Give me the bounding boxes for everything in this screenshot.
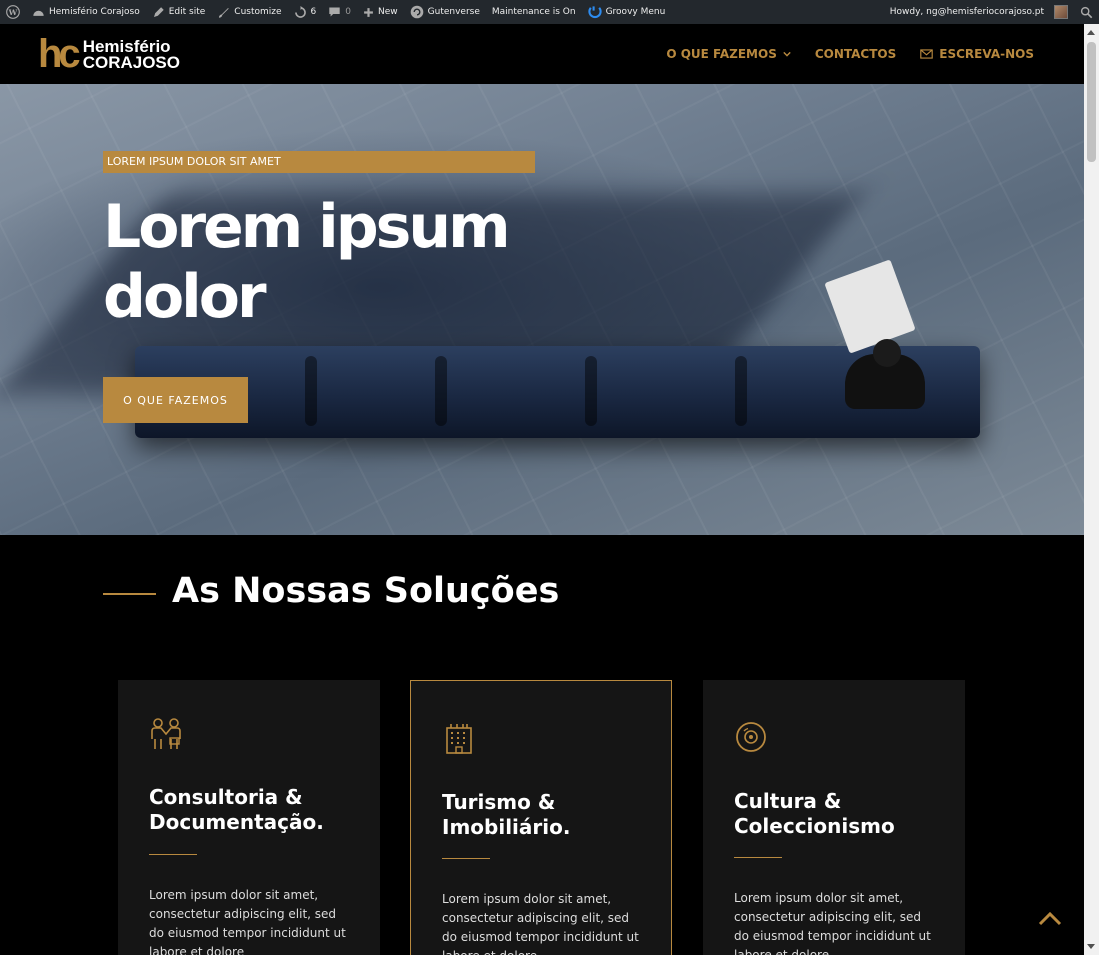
card-divider [149,854,197,855]
hero-badge: LOREM IPSUM DOLOR SIT AMET [103,151,535,173]
admin-customize-label: Customize [234,7,282,17]
chevron-up-icon[interactable] [1036,905,1064,933]
scroll-up-arrow-icon[interactable] [1087,30,1095,35]
admin-gutenverse-label: Gutenverse [427,7,480,17]
admin-search[interactable] [1074,0,1099,24]
section-title-line [103,593,156,595]
solution-card-turismo[interactable]: Turismo & Imobiliário. Lorem ipsum dolor… [410,680,672,955]
admin-account[interactable]: Howdy, ng@hemisferiocorajoso.pt [884,0,1074,24]
admin-updates[interactable]: 6 [288,0,323,24]
groovy-menu-icon [587,6,602,19]
admin-new[interactable]: New [357,0,404,24]
nav-item-o-que-fazemos[interactable]: O QUE FAZEMOS [666,47,791,61]
card-text: Lorem ipsum dolor sit amet, consectetur … [734,891,931,955]
dashboard-icon [33,10,44,16]
mail-icon [920,49,934,59]
nav-item-label: ESCREVA-NOS [939,47,1034,61]
solution-card-consultoria[interactable]: Consultoria & Documentação. Lorem ipsum … [118,680,380,955]
nav-item-escreva-nos[interactable]: ESCREVA-NOS [920,47,1034,61]
solution-card-cultura[interactable]: Cultura & Coleccionismo Lorem ipsum dolo… [703,680,965,955]
handshake-people-icon [151,718,181,749]
admin-comments-count: 0 [345,7,352,17]
vinyl-disc-icon [736,722,766,752]
card-text: Lorem ipsum dolor sit amet, consectetur … [149,888,346,955]
card-divider [734,857,782,858]
brush-icon [219,7,229,18]
card-title: Turismo & Imobiliário. [442,790,571,839]
admin-edit-site-label: Edit site [168,7,206,17]
admin-bar: W Hemisfério Corajoso Edit site Customiz… [0,0,1099,24]
site-header: hc Hemisfério CORAJOSO O QUE FAZEMOS CON… [0,24,1084,84]
card-text: Lorem ipsum dolor sit amet, consectetur … [442,892,639,955]
page-scrollbar[interactable] [1084,24,1099,955]
nav-item-contactos[interactable]: CONTACTOS [815,47,896,61]
card-title: Consultoria & Documentação. [149,785,324,834]
scroll-down-arrow-icon[interactable] [1087,944,1095,949]
gutenverse-icon [410,5,423,19]
admin-site-name-label: Hemisfério Corajoso [49,7,140,17]
building-icon [446,724,472,754]
hero-section: LOREM IPSUM DOLOR SIT AMET Lorem ipsum d… [0,84,1084,535]
admin-howdy-label: Howdy, ng@hemisferiocorajoso.pt [889,7,1044,17]
admin-site-name[interactable]: Hemisfério Corajoso [26,0,146,24]
admin-groovy-menu[interactable]: Groovy Menu [582,0,672,24]
plus-icon [364,7,373,17]
card-title: Cultura & Coleccionismo [734,789,895,838]
edit-icon [153,6,164,17]
nav-item-label: CONTACTOS [814,47,897,61]
comment-icon [329,7,340,17]
chevron-down-icon [783,51,791,57]
search-icon [1080,6,1093,18]
hero-title: Lorem ipsum dolor [103,192,511,332]
admin-groovy-menu-label: Groovy Menu [605,7,666,17]
logo-mark: hc [38,32,81,76]
admin-gutenverse[interactable]: Gutenverse [404,0,486,24]
admin-edit-site[interactable]: Edit site [146,0,212,24]
updates-icon [294,5,306,18]
admin-comments[interactable]: 0 [322,0,357,24]
admin-updates-count: 6 [310,7,317,17]
solutions-section: As Nossas Soluções Consultoria & Documen… [0,535,1084,955]
admin-new-label: New [378,7,398,17]
main-nav: O QUE FAZEMOS CONTACTOS ESCREVA-NOS [666,24,1034,84]
card-divider [442,858,490,859]
hero-cta-button[interactable]: O QUE FAZEMOS [103,377,248,423]
nav-item-label: O QUE FAZEMOS [666,47,777,61]
avatar [1054,5,1068,19]
section-title: As Nossas Soluções [172,571,560,611]
admin-maintenance-label: Maintenance is On [491,7,576,17]
admin-customize[interactable]: Customize [211,0,287,24]
wordpress-logo-icon[interactable]: W [0,0,26,24]
site-logo[interactable]: hc Hemisfério CORAJOSO [38,32,180,76]
scroll-thumb[interactable] [1087,42,1096,162]
logo-line-2: CORAJOSO [82,53,180,72]
svg-text:W: W [8,8,18,17]
hero-man-reading-image [824,259,925,409]
admin-maintenance[interactable]: Maintenance is On [486,0,582,24]
